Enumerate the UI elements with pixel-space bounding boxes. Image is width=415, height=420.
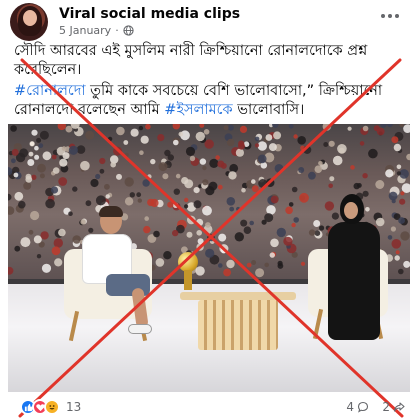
trophy-icon — [178, 252, 198, 290]
meta-separator: · — [115, 24, 119, 37]
post-meta: 5 January · — [59, 24, 134, 37]
comment-icon — [357, 401, 369, 413]
post-footer: 13 4 2 — [0, 396, 415, 420]
post-text-paragraph-2: #রোনালদো তুমি কাকে সবচেয়ে বেশি ভালোবাসো… — [14, 82, 405, 120]
hashtag-islam[interactable]: #ইসলামকে — [164, 102, 232, 118]
woman-abaya — [328, 222, 380, 340]
share-count-button[interactable]: 2 — [382, 400, 405, 414]
man-figure — [76, 206, 156, 334]
paragraph-2-text-b: ভালোবাসি। — [232, 102, 305, 118]
comment-count-button[interactable]: 4 — [346, 400, 369, 414]
reaction-summary[interactable]: 13 — [20, 399, 81, 415]
share-icon — [393, 402, 405, 412]
woman-face — [344, 202, 358, 219]
haha-reaction-icon — [44, 399, 60, 415]
man-hair — [99, 206, 123, 217]
reaction-count: 13 — [66, 400, 82, 414]
post-photo[interactable] — [8, 124, 410, 392]
post-header: Viral social media clips 5 January · — [10, 3, 407, 41]
post-date[interactable]: 5 January — [59, 24, 111, 37]
globe-icon — [123, 25, 134, 36]
share-count: 2 — [382, 400, 390, 414]
comment-count: 4 — [346, 400, 354, 414]
avatar-face — [23, 10, 37, 26]
more-options-icon[interactable] — [379, 9, 401, 23]
post-text-paragraph-1: সৌদি আরবের এই মুসলিম নারী ক্রিশ্চিয়ানো … — [14, 43, 368, 78]
coffee-table — [180, 292, 296, 352]
facebook-post: Viral social media clips 5 January · সৌদ… — [0, 0, 415, 420]
man-shoe — [128, 324, 152, 334]
author-name[interactable]: Viral social media clips — [59, 6, 240, 22]
hashtag-ronaldo[interactable]: #রোনালদো — [14, 83, 86, 99]
woman-figure — [324, 194, 382, 344]
avatar[interactable] — [10, 3, 48, 41]
